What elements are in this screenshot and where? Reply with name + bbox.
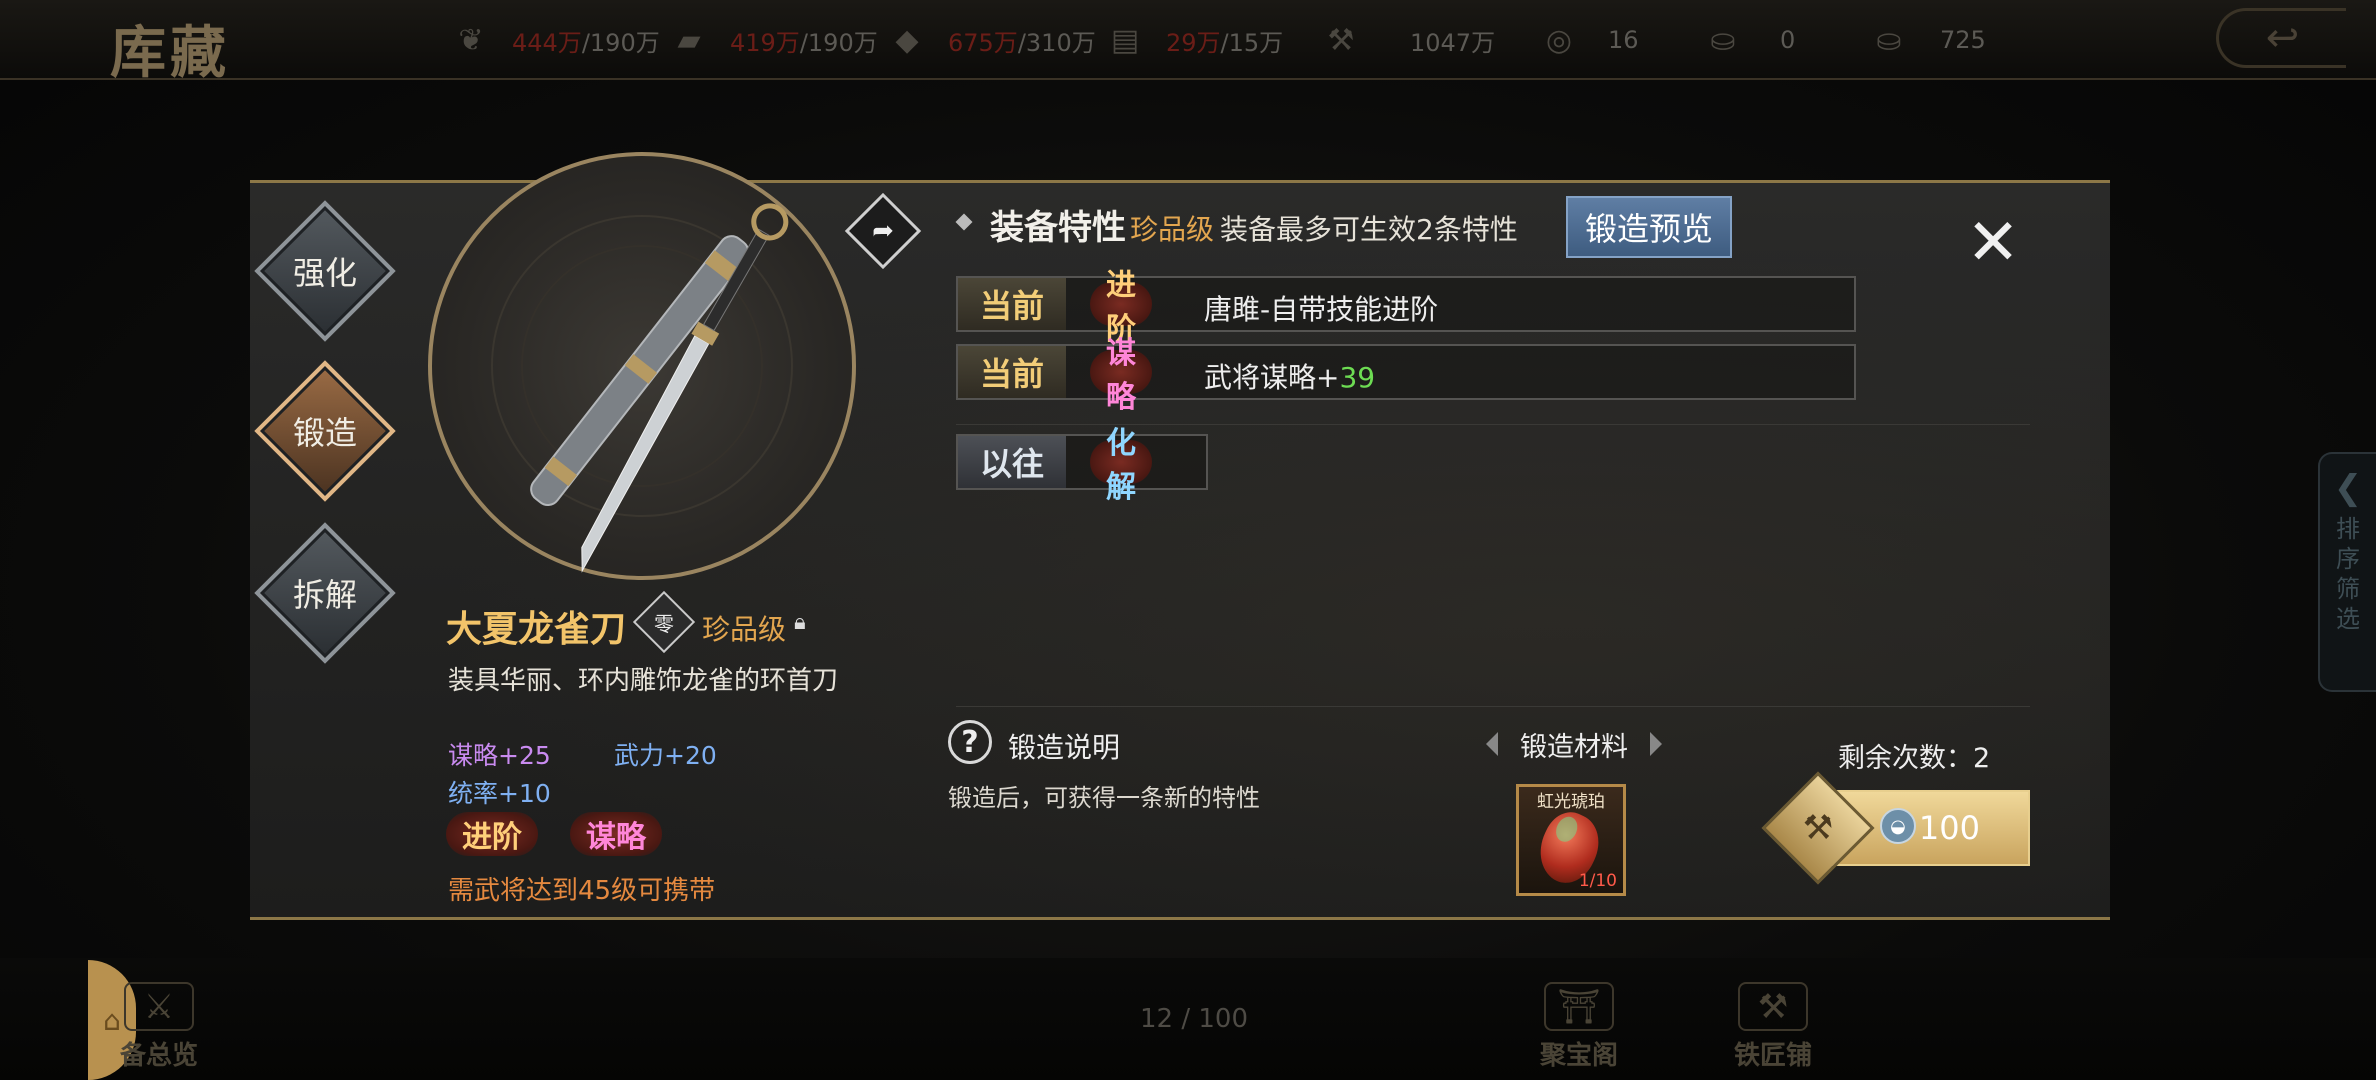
overview-label: 备总览	[119, 1041, 198, 1071]
wood-icon: ▰	[677, 22, 701, 58]
material-name: 虹光琥珀	[1537, 792, 1605, 812]
close-icon[interactable]: ✕	[1960, 210, 2026, 276]
trait-text: 唐雎-自带技能进阶	[1204, 288, 1438, 328]
forge-cost: 100	[1918, 809, 1980, 847]
resource-cap: /15万	[1220, 28, 1284, 57]
silver-coin-icon: ◒	[1880, 808, 1916, 844]
equipment-overview-button[interactable]: ⚔ 备总览	[104, 982, 214, 1072]
stat-strategy: 谋略+25	[448, 741, 551, 770]
trait-desc: 唐雎-自带技能进阶	[1204, 293, 1439, 326]
iron-icon: ▤	[1110, 22, 1140, 58]
overview-icon: ⚔	[124, 982, 194, 1031]
resource-grain: ❦ 444万/190万	[452, 22, 660, 58]
resource-value: 0	[1780, 26, 1796, 54]
forge-help-desc: 锻造后，可获得一条新的特性	[948, 784, 1260, 812]
resource-current: 444万	[512, 28, 582, 57]
trait-tag: 进阶	[1090, 268, 1152, 347]
chevron-left-icon: ❮	[2333, 468, 2363, 508]
top-bar: 库藏 ❦ 444万/190万 ▰ 419万/190万 ◆ 675万/310万 ▤…	[0, 0, 2376, 86]
traits-grade: 珍品级	[1130, 213, 1215, 246]
resource-cap: /190万	[581, 28, 660, 57]
dismantle-button[interactable]: 拆解	[254, 522, 396, 664]
treasure-pavilion-button[interactable]: ⛩ 聚宝阁	[1524, 982, 1634, 1072]
back-icon: ↩	[2265, 15, 2300, 61]
remaining-count: 剩余次数：2	[1838, 743, 1991, 774]
stat-command: 统率+10	[448, 779, 551, 808]
smithy-label: 铁匠铺	[1733, 1041, 1812, 1071]
resource-cap: /310万	[1017, 28, 1096, 57]
root: 库藏 ❦ 444万/190万 ▰ 419万/190万 ◆ 675万/310万 ▤…	[0, 0, 2376, 1080]
traits-note: 装备最多可生效2条特性	[1220, 213, 1518, 246]
trait-row-current: 当前 谋略 武将谋略+39	[956, 336, 1856, 415]
trait-tag: 化解	[1090, 426, 1152, 505]
smithy-button[interactable]: ⚒ 铁匠铺	[1718, 982, 1828, 1072]
lock-icon[interactable]: 🔒︎	[794, 610, 820, 635]
resource-cap: /190万	[799, 28, 878, 57]
refine-level-text: 零	[654, 611, 674, 636]
stone-icon: ◆	[895, 22, 919, 58]
materials-label: 锻造材料	[1486, 722, 1662, 766]
resource-value: 725	[1940, 26, 1986, 54]
dismantle-label: 拆解	[292, 576, 357, 614]
resource-copper: ⚒ 1047万	[1322, 22, 1496, 58]
resource-current: 29万	[1166, 28, 1221, 57]
gold-ingot-icon: ⛀	[1710, 22, 1736, 58]
trait-tag: 谋略	[1090, 336, 1152, 415]
trait-state-label: 当前	[958, 346, 1066, 398]
resource-coin: ◎ 16	[1540, 22, 1639, 58]
resource-silver: ⛀ 725	[1870, 22, 1986, 58]
traits-title: 装备特性	[990, 208, 1126, 248]
trait-text: 武将谋略+39	[1204, 356, 1375, 396]
material-slot[interactable]: 虹光琥珀 1/10	[1516, 784, 1626, 896]
level-requirement: 需武将达到45级可携带	[448, 876, 716, 906]
resource-current: 419万	[730, 28, 800, 57]
sort-filter-tab[interactable]: ❮ 排序筛选	[2318, 452, 2376, 692]
copper-icon: ⚒	[1327, 22, 1355, 58]
page-count: 12 / 100	[1140, 1004, 1248, 1034]
sword-icon	[491, 203, 793, 573]
item-grade: 珍品级	[702, 613, 787, 646]
page-logo: 库藏	[110, 20, 230, 86]
back-button[interactable]: ↩	[2216, 8, 2346, 68]
help-icon[interactable]: ?	[948, 720, 992, 764]
forge-button[interactable]: 锻造	[254, 360, 396, 502]
resource-value: 16	[1608, 26, 1639, 54]
resource-gold: ⛀ 0	[1704, 22, 1795, 58]
item-name: 大夏龙雀刀	[446, 609, 627, 650]
resource-current: 675万	[948, 28, 1018, 57]
resource-value: 1047万	[1410, 28, 1496, 57]
tag-advance: 进阶	[446, 812, 538, 856]
divider	[956, 706, 2030, 707]
treasure-label: 聚宝阁	[1539, 1041, 1618, 1071]
treasure-icon: ⛩	[1544, 982, 1614, 1031]
enhance-button[interactable]: 强化	[254, 200, 396, 342]
trait-state-label: 以往	[958, 436, 1066, 488]
sort-filter-label: 排序筛选	[2336, 515, 2360, 633]
forge-help-label[interactable]: 锻造说明	[1008, 726, 1120, 766]
item-description: 装具华丽、环内雕饰龙雀的环首刀	[448, 666, 839, 696]
resource-iron: ▤ 29万/15万	[1106, 22, 1283, 58]
anvil-icon: ⚒	[1738, 982, 1808, 1031]
material-count: 1/10	[1578, 871, 1617, 891]
coin-icon: ◎	[1545, 22, 1573, 58]
forge-preview-button[interactable]: 锻造预览	[1566, 196, 1732, 258]
trait-state-label: 当前	[958, 278, 1066, 330]
trait-desc: 武将谋略+	[1204, 361, 1340, 394]
resource-stone: ◆ 675万/310万	[888, 22, 1096, 58]
share-icon: ➦	[872, 216, 894, 246]
silver-ingot-icon: ⛀	[1876, 22, 1902, 58]
hammer-icon: ⚒	[1802, 808, 1834, 848]
trait-value: 39	[1339, 361, 1376, 394]
stat-force: 武力+20	[614, 741, 717, 770]
resource-wood: ▰ 419万/190万	[670, 22, 878, 58]
trait-row-past: 以往 化解	[956, 426, 1208, 505]
enhance-label: 强化	[292, 254, 357, 292]
tag-strategy: 谋略	[570, 812, 662, 856]
forge-label: 锻造	[292, 414, 357, 452]
item-image	[428, 152, 856, 580]
grain-icon: ❦	[458, 22, 484, 58]
trait-row-current: 当前 进阶 唐雎-自带技能进阶	[956, 268, 1856, 347]
